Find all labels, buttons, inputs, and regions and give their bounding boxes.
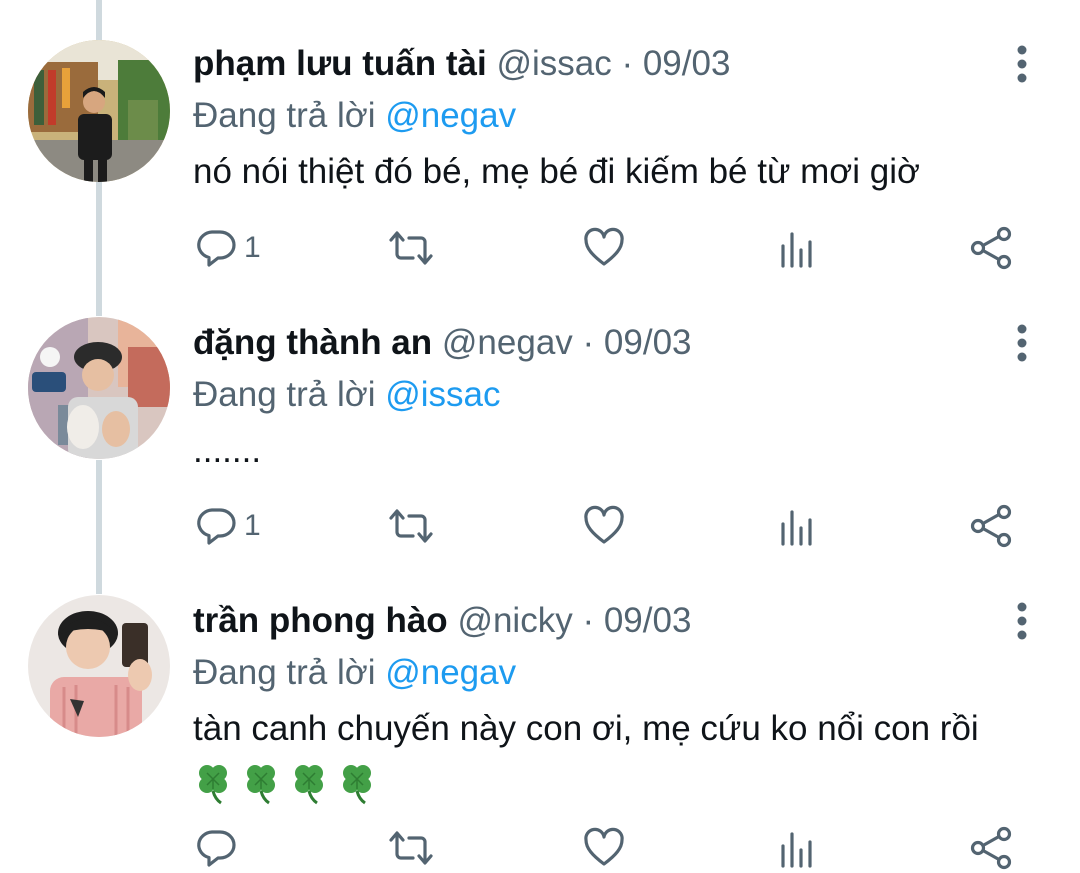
display-name[interactable]: đặng thành an xyxy=(193,323,432,362)
heart-icon xyxy=(584,227,624,266)
views-button[interactable] xyxy=(777,501,817,551)
four-leaf-clover-emoji xyxy=(199,765,227,805)
more-options-button[interactable] xyxy=(1010,44,1034,84)
replying-to-mention[interactable]: @negav xyxy=(385,653,516,692)
retweet-icon xyxy=(389,231,433,265)
display-name[interactable]: trần phong hào xyxy=(193,601,448,640)
like-button[interactable] xyxy=(582,501,626,551)
more-icon xyxy=(1017,45,1027,83)
share-button[interactable] xyxy=(968,501,1014,551)
reply-icon xyxy=(197,508,236,545)
reply-thread: phạm lưu tuấn tài @issac · 09/03 Đang tr… xyxy=(0,0,1080,873)
reply-count: 1 xyxy=(244,231,261,264)
reply-button[interactable]: 1 xyxy=(194,501,261,551)
avatar[interactable] xyxy=(28,595,170,737)
more-options-button[interactable] xyxy=(1010,323,1034,363)
tweet-reply[interactable]: trần phong hào @nicky · 09/03 Đang trả l… xyxy=(0,593,1080,873)
replying-to-label: Đang trả lời xyxy=(193,96,376,135)
avatar[interactable] xyxy=(28,317,170,459)
retweet-icon xyxy=(389,509,433,543)
user-handle[interactable]: @issac xyxy=(496,44,611,83)
replying-to-line: Đang trả lời @negav xyxy=(193,92,516,140)
four-leaf-clover-emoji xyxy=(343,765,371,805)
tweet-text: nó nói thiệt đó bé, mẹ bé đi kiếm bé từ … xyxy=(193,152,920,191)
retweet-button[interactable] xyxy=(387,223,435,273)
views-icon xyxy=(781,232,812,268)
views-icon xyxy=(781,510,812,546)
like-button[interactable] xyxy=(582,223,626,273)
tweet-date[interactable]: 09/03 xyxy=(604,323,692,362)
views-button[interactable] xyxy=(777,823,817,873)
tweet-header: phạm lưu tuấn tài @issac · 09/03 xyxy=(193,36,730,92)
more-icon xyxy=(1017,324,1027,362)
retweet-icon xyxy=(389,831,433,865)
tweet-text: ....... xyxy=(193,431,262,470)
views-icon xyxy=(781,832,812,868)
reply-icon xyxy=(197,230,236,267)
replying-to-line: Đang trả lời @negav xyxy=(193,649,516,697)
four-leaf-clover-emoji xyxy=(295,765,323,805)
heart-icon xyxy=(584,505,624,544)
tweet-header: trần phong hào @nicky · 09/03 xyxy=(193,593,691,649)
replying-to-mention[interactable]: @negav xyxy=(385,96,516,135)
retweet-button[interactable] xyxy=(387,823,435,873)
reply-button[interactable] xyxy=(194,823,244,873)
more-options-button[interactable] xyxy=(1010,601,1034,641)
heart-icon xyxy=(584,827,624,866)
replying-to-mention[interactable]: @issac xyxy=(385,375,500,414)
tweet-date[interactable]: 09/03 xyxy=(604,601,692,640)
tweet-header: đặng thành an @negav · 09/03 xyxy=(193,315,692,371)
emoji-row xyxy=(193,761,377,809)
share-button[interactable] xyxy=(968,823,1014,873)
reply-button[interactable]: 1 xyxy=(194,223,261,273)
user-handle[interactable]: @nicky xyxy=(457,601,572,640)
replying-to-label: Đang trả lời xyxy=(193,375,376,414)
tweet-date[interactable]: 09/03 xyxy=(643,44,731,83)
tweet-actions xyxy=(0,823,1080,873)
share-icon xyxy=(970,826,1012,870)
replying-to-label: Đang trả lời xyxy=(193,653,376,692)
reply-count: 1 xyxy=(244,509,261,542)
share-icon xyxy=(970,504,1012,548)
tweet-text: tàn canh chuyến này con ơi, mẹ cứu ko nổ… xyxy=(193,709,979,748)
separator-dot: · xyxy=(621,44,634,83)
reply-icon xyxy=(197,830,236,867)
retweet-button[interactable] xyxy=(387,501,435,551)
tweet-reply[interactable]: phạm lưu tuấn tài @issac · 09/03 Đang tr… xyxy=(0,36,1080,286)
share-button[interactable] xyxy=(968,223,1014,273)
tweet-reply[interactable]: đặng thành an @negav · 09/03 Đang trả lờ… xyxy=(0,315,1080,565)
display-name[interactable]: phạm lưu tuấn tài xyxy=(193,44,487,83)
views-button[interactable] xyxy=(777,223,817,273)
avatar[interactable] xyxy=(28,40,170,182)
thread-line-top xyxy=(96,0,102,40)
like-button[interactable] xyxy=(582,823,626,873)
share-icon xyxy=(970,226,1012,270)
tweet-actions: 1 xyxy=(0,501,1080,551)
more-icon xyxy=(1017,602,1027,640)
user-handle[interactable]: @negav xyxy=(442,323,573,362)
separator-dot: · xyxy=(582,601,595,640)
separator-dot: · xyxy=(582,323,595,362)
tweet-actions: 1 xyxy=(0,223,1080,273)
four-leaf-clover-emoji xyxy=(247,765,275,805)
replying-to-line: Đang trả lời @issac xyxy=(193,371,500,419)
